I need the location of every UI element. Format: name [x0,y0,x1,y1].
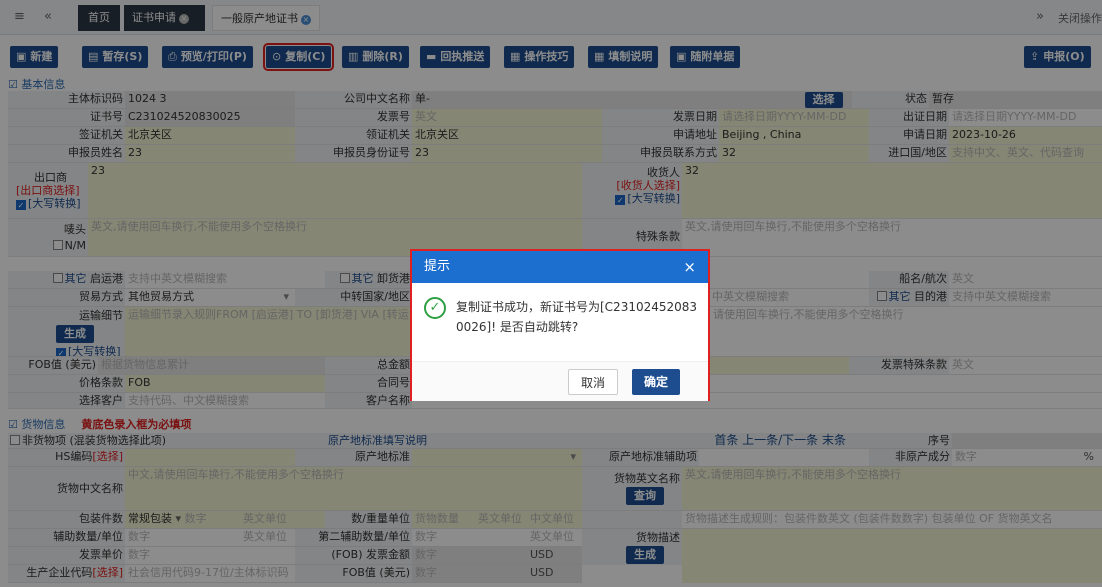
dialog-header: 提示 × [412,251,708,283]
cancel-button[interactable]: 取消 [568,369,619,395]
dialog-message: 复制证书成功，新证书号为[C231024520830026]! 是否自动跳转? [456,300,698,334]
dialog-title: 提示 [424,259,451,274]
copy-success-dialog: 提示 × ✓ 复制证书成功，新证书号为[C231024520830026]! 是… [410,249,710,401]
close-icon[interactable]: × [683,251,696,283]
success-check-icon: ✓ [424,297,446,319]
confirm-button[interactable]: 确定 [632,369,681,395]
